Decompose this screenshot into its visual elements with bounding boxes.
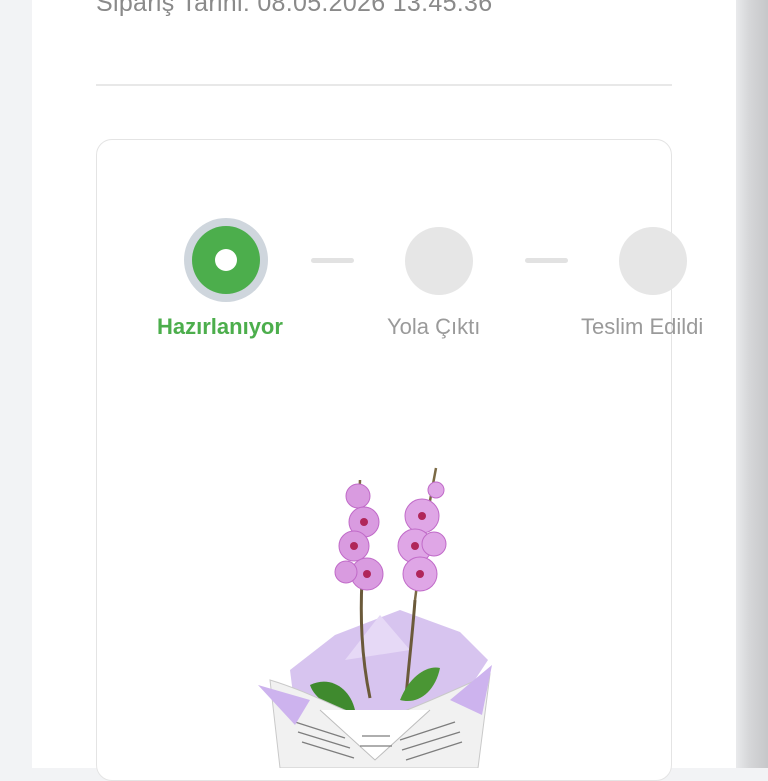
step-connector-1 — [311, 258, 354, 263]
order-date-text: Sipariş Tarihi: 08.05.2026 13:45:36 — [96, 0, 493, 17]
step-indicator-shipped — [405, 227, 473, 295]
divider — [96, 84, 672, 86]
step-label-shipped: Yola Çıktı — [387, 314, 481, 339]
step-active-dot — [215, 249, 237, 271]
step-label-preparing: Hazırlanıyor — [157, 314, 283, 339]
step-indicator-delivered — [619, 227, 687, 295]
orchid-pot-image — [258, 467, 492, 768]
step-label-delivered: Teslim Edildi — [581, 314, 704, 339]
step-indicator-preparing — [184, 218, 268, 302]
step-active-fill — [192, 226, 260, 294]
step-connector-2 — [525, 258, 568, 263]
scroll-edge-shadow — [736, 0, 768, 768]
